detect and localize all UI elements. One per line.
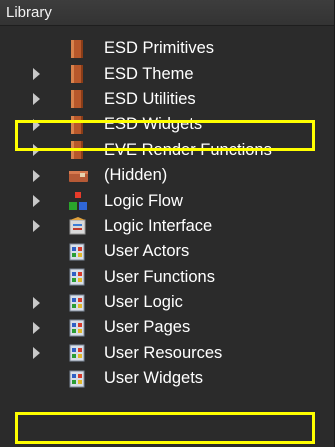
tree-item-label: User Functions [104, 267, 215, 286]
highlight-box-user-widgets [15, 412, 315, 444]
book-icon [68, 115, 86, 135]
tree-item-label: (Hidden) [104, 166, 168, 185]
expand-arrow-icon[interactable] [33, 321, 40, 334]
tree-item-logic-flow[interactable]: Logic Flow [0, 188, 335, 213]
tree-item-esd-utilities[interactable]: ESD Utilities [0, 87, 335, 112]
expand-arrow-icon[interactable] [33, 296, 40, 309]
user-module-icon [68, 293, 86, 313]
tree-item-label: Logic Flow [104, 191, 183, 210]
logic-flow-icon [68, 191, 87, 211]
tree-item-label: User Logic [104, 293, 183, 312]
tree-item-label: User Resources [104, 343, 223, 362]
tree-item-hidden[interactable]: (Hidden) [0, 163, 335, 188]
user-module-icon [68, 343, 86, 363]
tree-item-esd-widgets[interactable]: ESD Widgets [0, 112, 335, 137]
book-icon [68, 89, 86, 109]
tree-item-user-widgets[interactable]: User Widgets [0, 366, 335, 391]
tree-item-user-actors[interactable]: User Actors [0, 239, 335, 264]
expand-arrow-icon[interactable] [33, 169, 40, 182]
book-icon [68, 64, 86, 84]
book-icon [68, 140, 86, 160]
tree-item-label: User Pages [104, 318, 191, 337]
tree-item-label: User Actors [104, 242, 190, 261]
library-panel: Library ESD Primitives ESD Theme ESD Utili… [0, 0, 335, 447]
tree-item-label: Logic Interface [104, 216, 213, 235]
tree-item-user-pages[interactable]: User Pages [0, 315, 335, 340]
library-tree: ESD Primitives ESD Theme ESD Utilities ESD … [0, 36, 335, 391]
expand-arrow-icon[interactable] [33, 220, 40, 233]
user-module-icon [68, 318, 86, 338]
tree-item-label: ESD Theme [104, 64, 194, 83]
book-icon [68, 39, 86, 59]
tree-item-label: EVE Render Functions [104, 140, 272, 159]
logic-interface-icon [68, 216, 86, 236]
hidden-folder-icon [68, 166, 88, 186]
tree-item-label: ESD Primitives [104, 39, 215, 58]
expand-arrow-icon[interactable] [33, 93, 40, 106]
expand-arrow-icon[interactable] [33, 118, 40, 131]
tree-item-esd-theme[interactable]: ESD Theme [0, 61, 335, 86]
tree-item-esd-primitives[interactable]: ESD Primitives [0, 36, 335, 61]
expand-arrow-icon[interactable] [33, 195, 40, 208]
user-module-icon [68, 369, 86, 389]
expand-arrow-icon[interactable] [33, 144, 40, 157]
user-module-icon [68, 267, 86, 287]
tree-item-label: User Widgets [104, 369, 204, 388]
tree-item-user-logic[interactable]: User Logic [0, 290, 335, 315]
user-module-icon [68, 242, 86, 262]
tree-item-eve-render-functions[interactable]: EVE Render Functions [0, 138, 335, 163]
panel-title: Library [0, 0, 334, 26]
tree-item-label: ESD Widgets [104, 115, 203, 134]
tree-item-label: ESD Utilities [104, 89, 196, 108]
expand-arrow-icon[interactable] [33, 68, 40, 81]
expand-arrow-icon[interactable] [33, 347, 40, 360]
tree-item-logic-interface[interactable]: Logic Interface [0, 214, 335, 239]
tree-item-user-functions[interactable]: User Functions [0, 265, 335, 290]
tree-item-user-resources[interactable]: User Resources [0, 341, 335, 366]
